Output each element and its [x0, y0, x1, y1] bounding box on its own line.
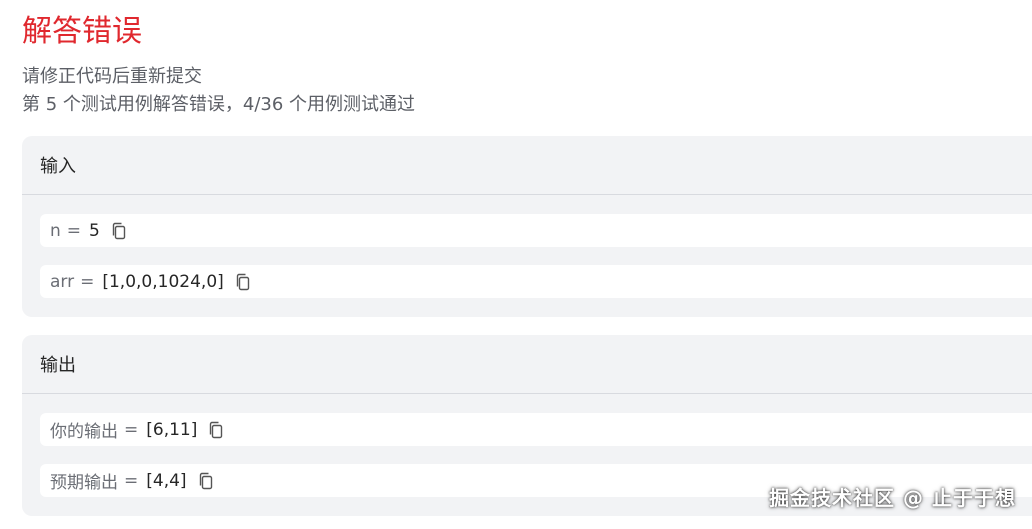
- equals-sign: =: [66, 220, 82, 241]
- result-title: 解答错误: [22, 14, 142, 49]
- output-label-expected: 预期输出: [50, 473, 118, 493]
- copy-icon-graphic: [236, 273, 249, 290]
- copy-icon-graphic: [112, 222, 126, 239]
- input-value-arr: [1,0,0,1024,0]: [102, 271, 224, 292]
- output-value-expected: [4,4]: [146, 470, 187, 491]
- result-subtitle: 请修正代码后重新提交: [22, 66, 202, 87]
- watermark: 掘金技术社区 @ 止于于想: [769, 486, 1016, 510]
- input-value-n: 5: [89, 220, 100, 241]
- output-label-yours: 你的输出: [50, 422, 118, 442]
- equals-sign: =: [80, 271, 95, 292]
- input-row-n: n = 5: [40, 214, 1032, 247]
- input-label-n: n: [50, 220, 61, 241]
- copy-icon[interactable]: [197, 472, 215, 490]
- output-row-yours: 你的输出 = [6,11]: [40, 413, 1032, 446]
- output-value-yours: [6,11]: [146, 419, 198, 440]
- output-panel-header: 输出: [22, 335, 1032, 394]
- copy-icon[interactable]: [234, 273, 252, 291]
- copy-icon[interactable]: [207, 421, 225, 439]
- input-label-arr: arr: [50, 271, 75, 292]
- copy-icon-graphic: [210, 421, 223, 438]
- copy-icon[interactable]: [110, 222, 128, 240]
- equals-sign: =: [124, 419, 139, 440]
- equals-sign: =: [124, 470, 139, 491]
- result-summary: 第 5 个测试用例解答错误，4/36 个用例测试通过: [22, 94, 416, 115]
- input-row-arr: arr = [1,0,0,1024,0]: [40, 265, 1032, 298]
- input-panel: 输入 n = 5 arr = [1,0,0,1024,0]: [22, 136, 1032, 317]
- input-panel-header: 输入: [22, 136, 1032, 195]
- submission-result-page: 解答错误 请修正代码后重新提交 第 5 个测试用例解答错误，4/36 个用例测试…: [0, 0, 1032, 529]
- copy-icon-graphic: [199, 472, 212, 489]
